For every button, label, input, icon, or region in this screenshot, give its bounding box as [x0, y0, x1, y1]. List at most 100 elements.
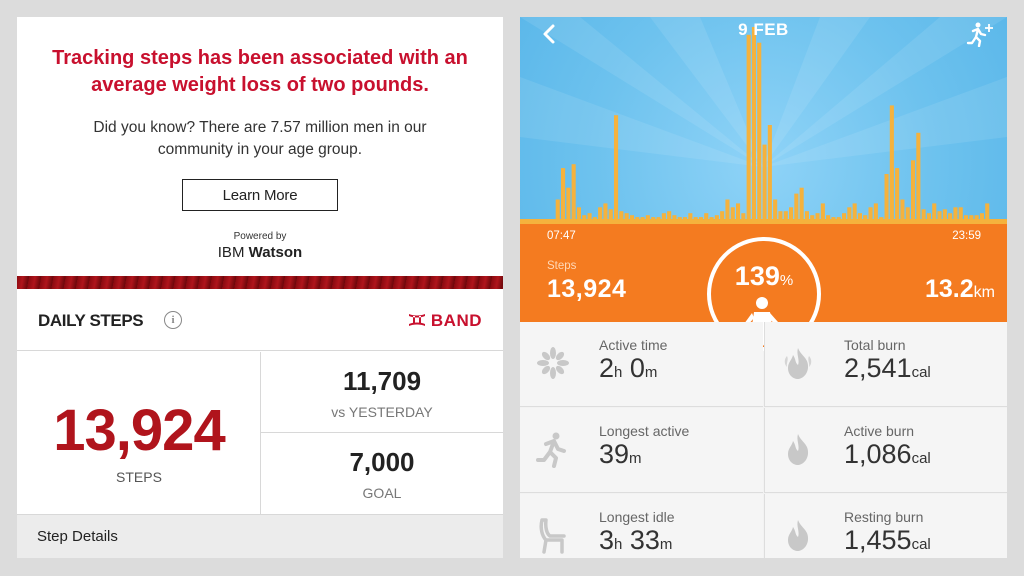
tile-longest-active[interactable]: Longest active 39m [520, 408, 763, 493]
step-details-label: Step Details [37, 528, 118, 545]
info-icon[interactable]: i [164, 311, 182, 329]
activity-bar [693, 217, 698, 223]
activity-bar [555, 199, 560, 223]
activity-bar [736, 203, 741, 223]
activity-bar [873, 203, 878, 223]
activity-bar [587, 213, 592, 223]
tile-longest-idle[interactable]: Longest idle 3h 33m [520, 494, 763, 558]
distance-unit: km [973, 284, 995, 301]
activity-bar [889, 105, 894, 223]
activity-bar [614, 115, 619, 223]
activity-bar [566, 187, 571, 223]
value-part: 3 [599, 525, 615, 555]
activity-bar [725, 199, 730, 223]
start-time: 07:47 [547, 230, 576, 242]
steps-label: STEPS [116, 469, 162, 485]
flame-icon [788, 520, 809, 551]
activity-bar [799, 187, 804, 223]
activity-bar [868, 207, 873, 223]
activity-bar [842, 213, 847, 223]
tile-active-burn[interactable]: Active burn 1,086cal [764, 408, 1007, 493]
activity-bar [672, 215, 677, 223]
tile-label: Total burn [844, 337, 906, 353]
yesterday-cell: 11,709 vs YESTERDAY [261, 352, 503, 433]
activity-bar [974, 215, 979, 223]
community-fact-line-1: Did you know? There are 7.57 million men… [93, 119, 427, 136]
tile-value: 1,455cal [844, 525, 931, 556]
activity-bar [789, 207, 794, 223]
activity-bar [985, 203, 990, 223]
headline: Tracking steps has been associated with … [17, 45, 503, 99]
activity-bar [619, 211, 624, 223]
activity-bar [762, 144, 767, 223]
back-arrow-icon[interactable] [539, 23, 559, 45]
tile-active-time[interactable]: Active time 2h 0m [520, 322, 763, 407]
activity-bar [635, 217, 640, 223]
add-activity-icon[interactable] [965, 21, 995, 47]
stats-grid: Active time 2h 0m Total burn 2,541cal Lo… [520, 322, 1007, 558]
activity-bar [571, 164, 576, 223]
activity-bar [561, 168, 566, 223]
activity-bar [773, 199, 778, 223]
activity-bar [794, 193, 799, 223]
tile-total-burn[interactable]: Total burn 2,541cal [764, 322, 1007, 407]
percent-unit: % [779, 272, 794, 289]
unit-part: m [644, 364, 658, 381]
distance-number: 13.2 [925, 275, 974, 303]
value-part: 33 [622, 525, 660, 555]
learn-more-button[interactable]: Learn More [182, 179, 338, 211]
tile-value: 2,541cal [844, 353, 931, 384]
activity-bar [751, 27, 756, 223]
activity-bar [582, 215, 587, 223]
under-armour-icon [407, 313, 427, 330]
activity-bar [661, 213, 666, 223]
activity-bar [921, 209, 926, 223]
activity-bar [852, 203, 857, 223]
activity-bar [592, 217, 597, 223]
activity-bar [608, 209, 613, 223]
tile-label: Active burn [844, 423, 915, 439]
activity-bar [629, 215, 634, 223]
value-part: 39 [599, 439, 630, 469]
activity-bar [704, 213, 709, 223]
activity-bar [720, 211, 725, 223]
tile-value: 39m [599, 439, 642, 470]
ua-band-logo: BAND [407, 311, 482, 331]
watson-text: Watson [248, 244, 303, 261]
activity-bar [847, 207, 852, 223]
distance-value: 13.2km [925, 275, 995, 304]
activity-bar [709, 217, 714, 223]
activity-bar [645, 215, 650, 223]
activity-bar [820, 203, 825, 223]
tile-label: Resting burn [844, 509, 924, 525]
activity-bar [916, 132, 921, 223]
activity-bar [969, 215, 974, 223]
activity-bar [714, 215, 719, 223]
value-part: 1,086 [844, 439, 912, 469]
flame-icon [788, 434, 809, 465]
activity-bar [656, 217, 661, 223]
activity-bar [624, 213, 629, 223]
activity-bar [677, 217, 682, 223]
yesterday-value: 11,709 [342, 366, 422, 396]
daily-steps-title: DAILY STEPS [38, 311, 144, 330]
activity-bar [783, 211, 788, 223]
step-details-row[interactable]: Step Details [17, 514, 503, 558]
tile-value: 3h 33m [599, 525, 672, 556]
daily-steps-header: DAILY STEPS i BAND [17, 289, 503, 351]
ibm-text: IBM [217, 244, 249, 261]
value-part: 2,541 [844, 353, 912, 383]
activity-bar [836, 217, 841, 223]
activity-bar [948, 213, 953, 223]
activity-bar [651, 217, 656, 223]
jawbone-up-panel: 9 FEB 07:47 23:59 Steps 13,924 13.2km 13… [520, 17, 1007, 558]
activity-chart[interactable] [520, 17, 1007, 224]
activity-bar [911, 160, 916, 223]
unit-part: m [629, 450, 642, 467]
tile-resting-burn[interactable]: Resting burn 1,455cal [764, 494, 1007, 558]
steps-value: 13,924 [53, 398, 225, 463]
tile-label: Longest idle [599, 509, 675, 525]
activity-bar [640, 217, 645, 223]
activity-bar [741, 213, 746, 223]
community-fact-line-2: community in your age group. [157, 141, 363, 158]
